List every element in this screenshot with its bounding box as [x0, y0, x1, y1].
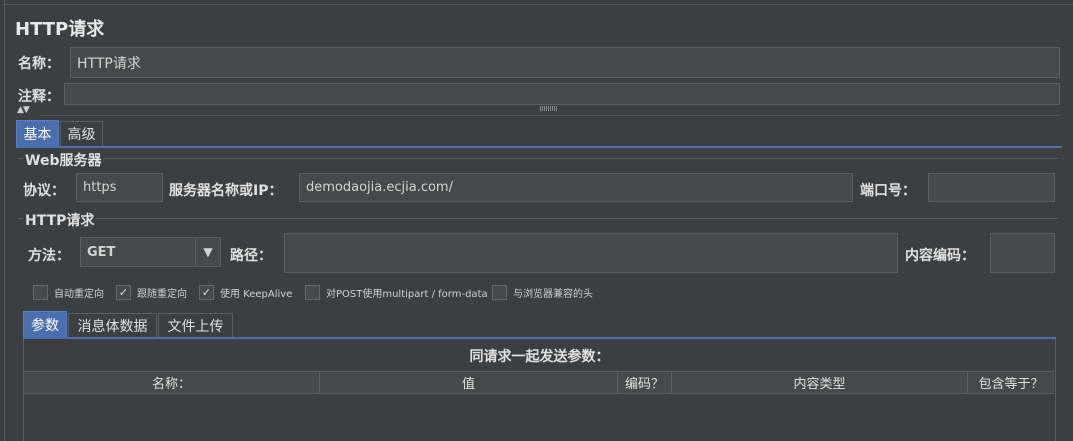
port-input[interactable]: [928, 173, 1055, 202]
method-value: GET: [87, 244, 116, 260]
port-label: 端口号：: [860, 183, 916, 199]
checkbox-follow-redirect[interactable]: ✓ 跟随重定向: [116, 285, 187, 300]
server-label: 服务器名称或IP：: [169, 183, 283, 199]
left-border: [4, 0, 5, 441]
name-label: 名称：: [18, 56, 60, 72]
checkbox-box[interactable]: [305, 285, 320, 300]
web-server-group-title: Web服务器: [23, 150, 104, 170]
column-header-value[interactable]: 值: [320, 372, 618, 393]
column-header-include-equals[interactable]: 包含等于？: [968, 372, 1054, 393]
tab-parameters[interactable]: 参数: [23, 311, 67, 337]
top-border: [4, 4, 1073, 5]
column-header-encode[interactable]: 编码？: [618, 372, 672, 393]
panel-title: HTTP请求: [15, 19, 105, 40]
splitter-grip-icon[interactable]: [540, 106, 558, 111]
tab-body-data[interactable]: 消息体数据: [68, 313, 157, 337]
checkbox-label: 自动重定向: [54, 289, 104, 300]
checkbox-keepalive[interactable]: ✓ 使用 KeepAlive: [199, 285, 292, 300]
path-input[interactable]: [284, 233, 898, 273]
comment-input[interactable]: [64, 83, 1060, 105]
checkbox-multipart[interactable]: 对POST使用multipart / form-data: [305, 285, 488, 300]
tab-file-upload[interactable]: 文件上传: [158, 313, 233, 337]
checkbox-label: 对POST使用multipart / form-data: [326, 289, 488, 300]
name-input[interactable]: HTTP请求: [70, 47, 1060, 78]
protocol-label: 协议：: [23, 183, 65, 199]
params-table-body[interactable]: [24, 394, 1054, 441]
tab-content-border: [16, 146, 1062, 148]
method-label: 方法：: [28, 248, 70, 264]
column-header-content-type[interactable]: 内容类型: [672, 372, 968, 393]
triangle-up-down-icon[interactable]: ▲▼: [17, 105, 30, 115]
encoding-input[interactable]: [990, 233, 1055, 273]
checkbox-label: 使用 KeepAlive: [220, 289, 293, 300]
checkbox-box[interactable]: [492, 285, 507, 300]
http-request-group-title: HTTP请求: [23, 210, 97, 230]
protocol-input[interactable]: https: [76, 173, 163, 202]
web-server-group-line: [18, 158, 1058, 159]
checkbox-browser-headers[interactable]: 与浏览器兼容的头: [492, 285, 593, 300]
checkbox-auto-redirect[interactable]: 自动重定向: [33, 285, 104, 300]
checkbox-box[interactable]: ✓: [116, 285, 131, 300]
method-select[interactable]: GET ▼: [80, 237, 221, 267]
params-caption: 同请求一起发送参数：: [469, 349, 610, 365]
tab-advanced[interactable]: 高级: [60, 121, 103, 146]
checkbox-label: 跟随重定向: [137, 289, 187, 300]
triangle-down-icon[interactable]: ▼: [195, 238, 220, 266]
splitter-line: [40, 115, 1060, 116]
comment-label: 注释：: [18, 89, 60, 105]
encoding-label: 内容编码：: [905, 248, 975, 264]
column-header-name[interactable]: 名称：: [24, 372, 320, 393]
checkbox-label: 与浏览器兼容的头: [513, 289, 593, 300]
tab-basic[interactable]: 基本: [16, 120, 59, 146]
checkbox-box[interactable]: [33, 285, 48, 300]
checkbox-box[interactable]: ✓: [199, 285, 214, 300]
http-request-group-line: [18, 218, 1058, 219]
path-label: 路径：: [230, 248, 272, 264]
server-input[interactable]: demodaojia.ecjia.com/: [299, 173, 853, 202]
